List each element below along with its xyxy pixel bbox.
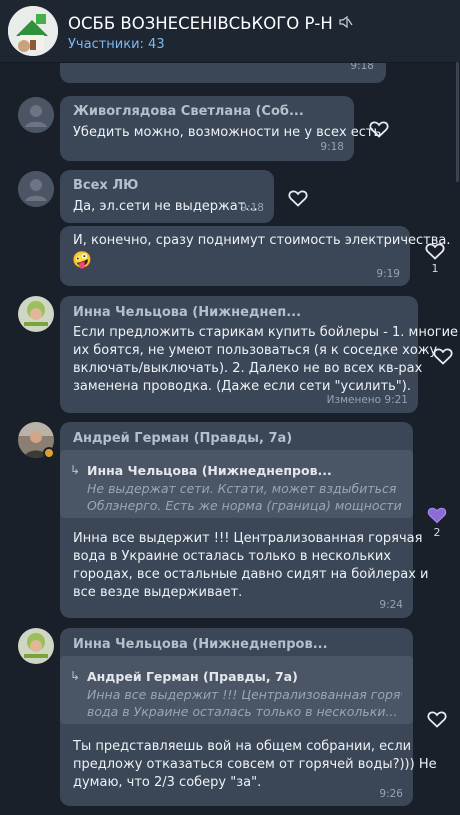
message-bubble[interactable]: 9:18 <box>60 63 386 83</box>
message-bubble[interactable]: Живоглядова Светлана (Соб... Убедить мож… <box>60 96 381 161</box>
avatar[interactable] <box>18 296 54 332</box>
message-bubble[interactable]: Всех ЛЮ Да, эл.сети не выдержат... 9:18 <box>60 170 274 223</box>
reaction-count: 2 <box>433 526 441 539</box>
heart-icon[interactable] <box>433 347 453 365</box>
online-badge <box>43 447 55 459</box>
avatar[interactable] <box>18 97 54 133</box>
sender-name[interactable]: Инна Чельцова (Нижнеднепров... <box>73 637 328 652</box>
sender-name[interactable]: Андрей Герман (Правды, 7а) <box>73 431 292 446</box>
emoji: 🤪 <box>72 250 92 269</box>
message-text: Убедить можно, возможности не у всех ест… <box>73 125 382 140</box>
message-bubble[interactable]: Инна Чельцова (Нижнеднепров... ↳ Андрей … <box>60 628 437 806</box>
message-time: 9:19 <box>376 268 400 280</box>
quote-text: вода в Украине осталась только в несколь… <box>87 704 398 719</box>
message-time: Изменено 9:21 <box>326 394 408 406</box>
heart-icon-filled[interactable] <box>427 506 447 524</box>
chat-header[interactable]: ОСББ ВОЗНЕСЕНІВСЬКОГО Р-Н Участники: 43 <box>0 0 460 63</box>
member-count[interactable]: Участники: 43 <box>68 37 165 52</box>
message-bubble[interactable]: Андрей Герман (Правды, 7а) ↳ Инна Чельцо… <box>60 422 429 618</box>
message-text: Да, эл.сети не выдержат... <box>73 199 258 214</box>
message-text: Если предложить старикам купить бойлеры … <box>73 325 459 394</box>
heart-icon[interactable] <box>425 242 445 260</box>
message-time: 9:26 <box>379 788 403 800</box>
reaction-count: 1 <box>431 262 439 275</box>
reply-arrow-icon: ↳ <box>70 463 81 477</box>
group-avatar[interactable] <box>8 6 58 56</box>
message-time: 9:18 <box>320 141 344 153</box>
message-text: Ты представляешь вой на общем собрании, … <box>73 739 437 790</box>
quote-author: Андрей Герман (Правды, 7а) <box>87 669 298 684</box>
message-text: И, конечно, сразу поднимут стоимость эле… <box>73 233 451 248</box>
heart-icon[interactable] <box>288 189 308 207</box>
quote-author: Инна Чельцова (Нижнеднепров... <box>87 463 332 478</box>
reply-quote[interactable]: ↳ Инна Чельцова (Нижнеднепров... Не выде… <box>60 450 413 518</box>
message-bubble[interactable]: Инна Чельцова (Нижнеднеп... Если предлож… <box>60 296 459 413</box>
quote-text: Не выдержат сети. Кстати, может вздыбить… <box>87 481 397 496</box>
message-time: 9:18 <box>350 63 374 72</box>
scrollbar[interactable] <box>456 62 459 182</box>
chat-title: ОСББ ВОЗНЕСЕНІВСЬКОГО Р-Н <box>68 14 353 33</box>
message-bubble[interactable]: И, конечно, сразу поднимут стоимость эле… <box>60 226 451 286</box>
avatar[interactable] <box>18 628 54 664</box>
muted-speaker-icon <box>339 15 353 33</box>
reply-arrow-icon: ↳ <box>70 669 81 683</box>
avatar[interactable] <box>18 171 54 207</box>
message-text: Инна все выдержит !!! Централизованная г… <box>73 531 429 600</box>
sender-name[interactable]: Всех ЛЮ <box>73 178 138 193</box>
sender-name[interactable]: Живоглядова Светлана (Соб... <box>73 104 304 119</box>
message-list[interactable]: 9:18 Живоглядова Светлана (Соб... Убедит… <box>0 63 460 815</box>
heart-icon[interactable] <box>427 710 447 728</box>
reply-quote[interactable]: ↳ Андрей Герман (Правды, 7а) Инна все вы… <box>60 656 413 724</box>
heart-icon[interactable] <box>369 120 389 138</box>
quote-text: Инна все выдержит !!! Централизованная г… <box>87 687 402 702</box>
message-time: 9:18 <box>240 202 264 214</box>
quote-text: Облэнерго. Есть же норма (граница) мощно… <box>87 498 402 513</box>
message-time: 9:24 <box>379 599 403 611</box>
sender-name[interactable]: Инна Чельцова (Нижнеднеп... <box>73 305 301 320</box>
